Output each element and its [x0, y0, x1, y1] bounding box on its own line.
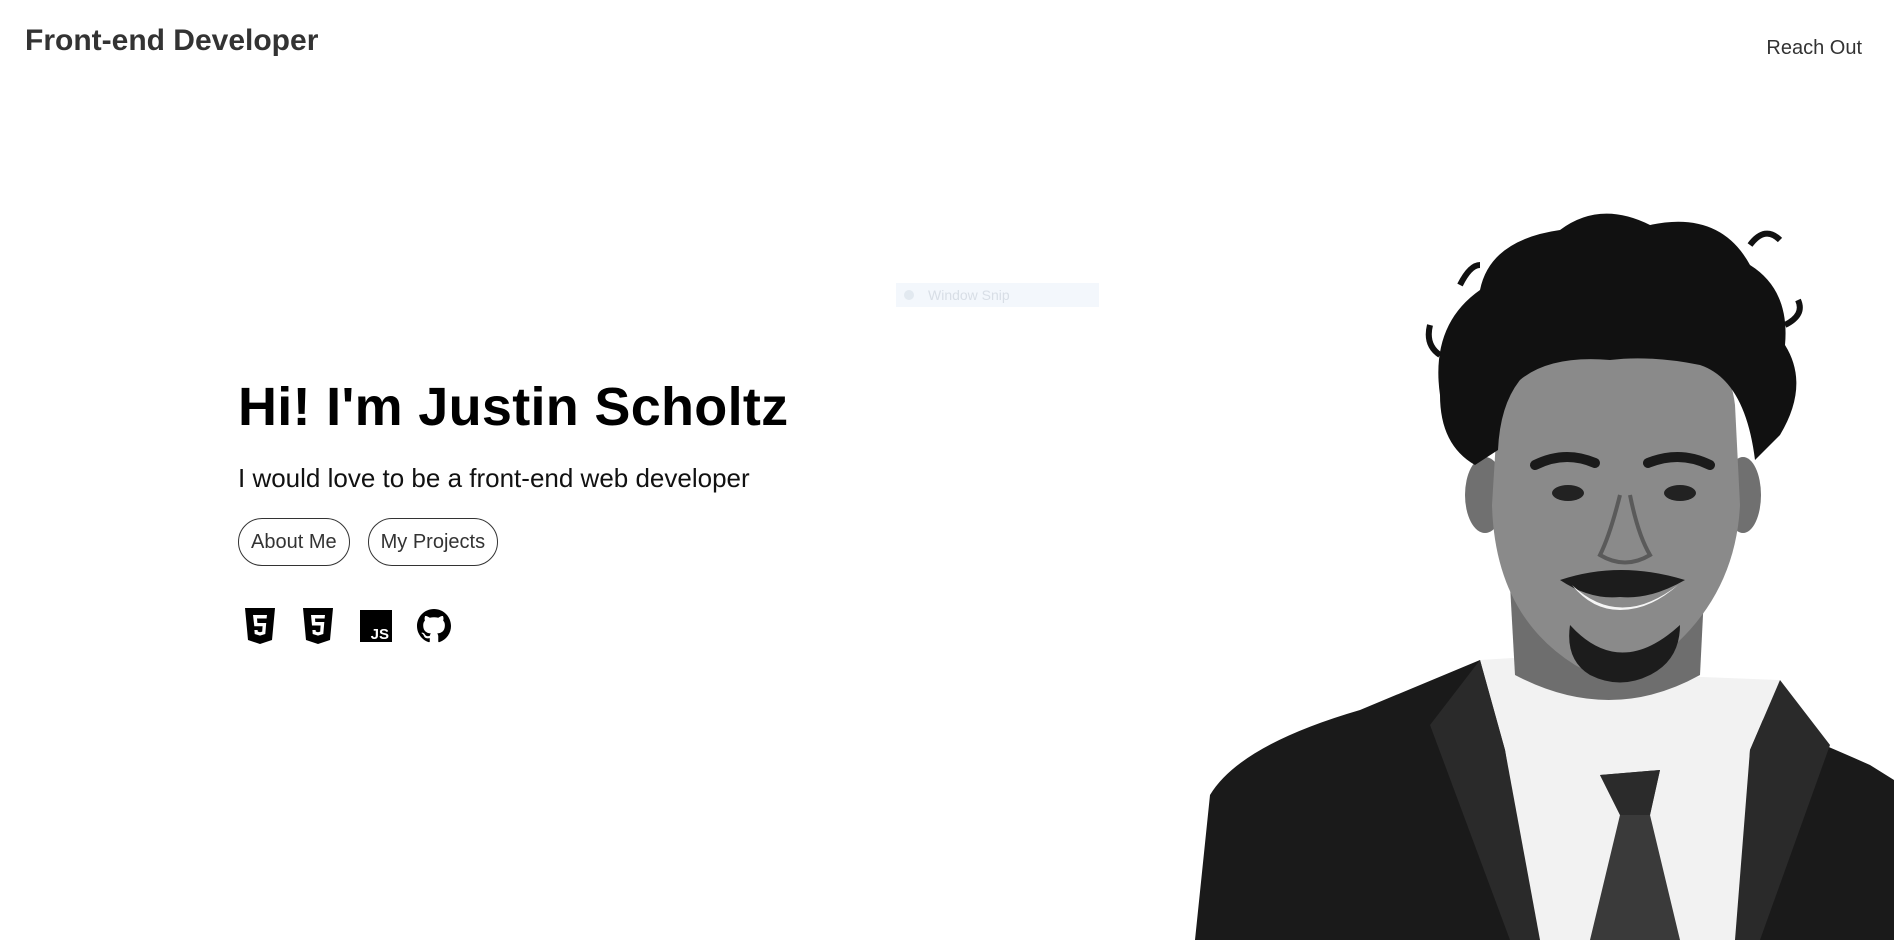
- hero-subtitle: I would love to be a front-end web devel…: [238, 463, 750, 493]
- hero-title: Hi! I'm Justin Scholtz: [238, 377, 789, 437]
- profile-photo: [1195, 213, 1894, 940]
- brand-title[interactable]: Front-end Developer: [25, 24, 318, 58]
- tech-icons: JS: [242, 606, 452, 646]
- github-icon[interactable]: [416, 606, 452, 646]
- page: Front-end Developer Reach Out Window Sni…: [0, 0, 1894, 940]
- html5-icon[interactable]: [242, 606, 278, 646]
- hero-buttons: About Me My Projects: [238, 518, 499, 566]
- reach-out-link[interactable]: Reach Out: [1766, 37, 1862, 60]
- snip-icon: [904, 290, 914, 300]
- javascript-icon-label: JS: [371, 626, 389, 642]
- window-snip-label: Window Snip: [928, 287, 1010, 303]
- javascript-icon[interactable]: JS: [358, 606, 394, 646]
- css3-icon[interactable]: [300, 606, 336, 646]
- about-me-button[interactable]: About Me: [238, 518, 350, 566]
- my-projects-button[interactable]: My Projects: [367, 518, 499, 566]
- window-snip-overlay: Window Snip: [896, 283, 1099, 307]
